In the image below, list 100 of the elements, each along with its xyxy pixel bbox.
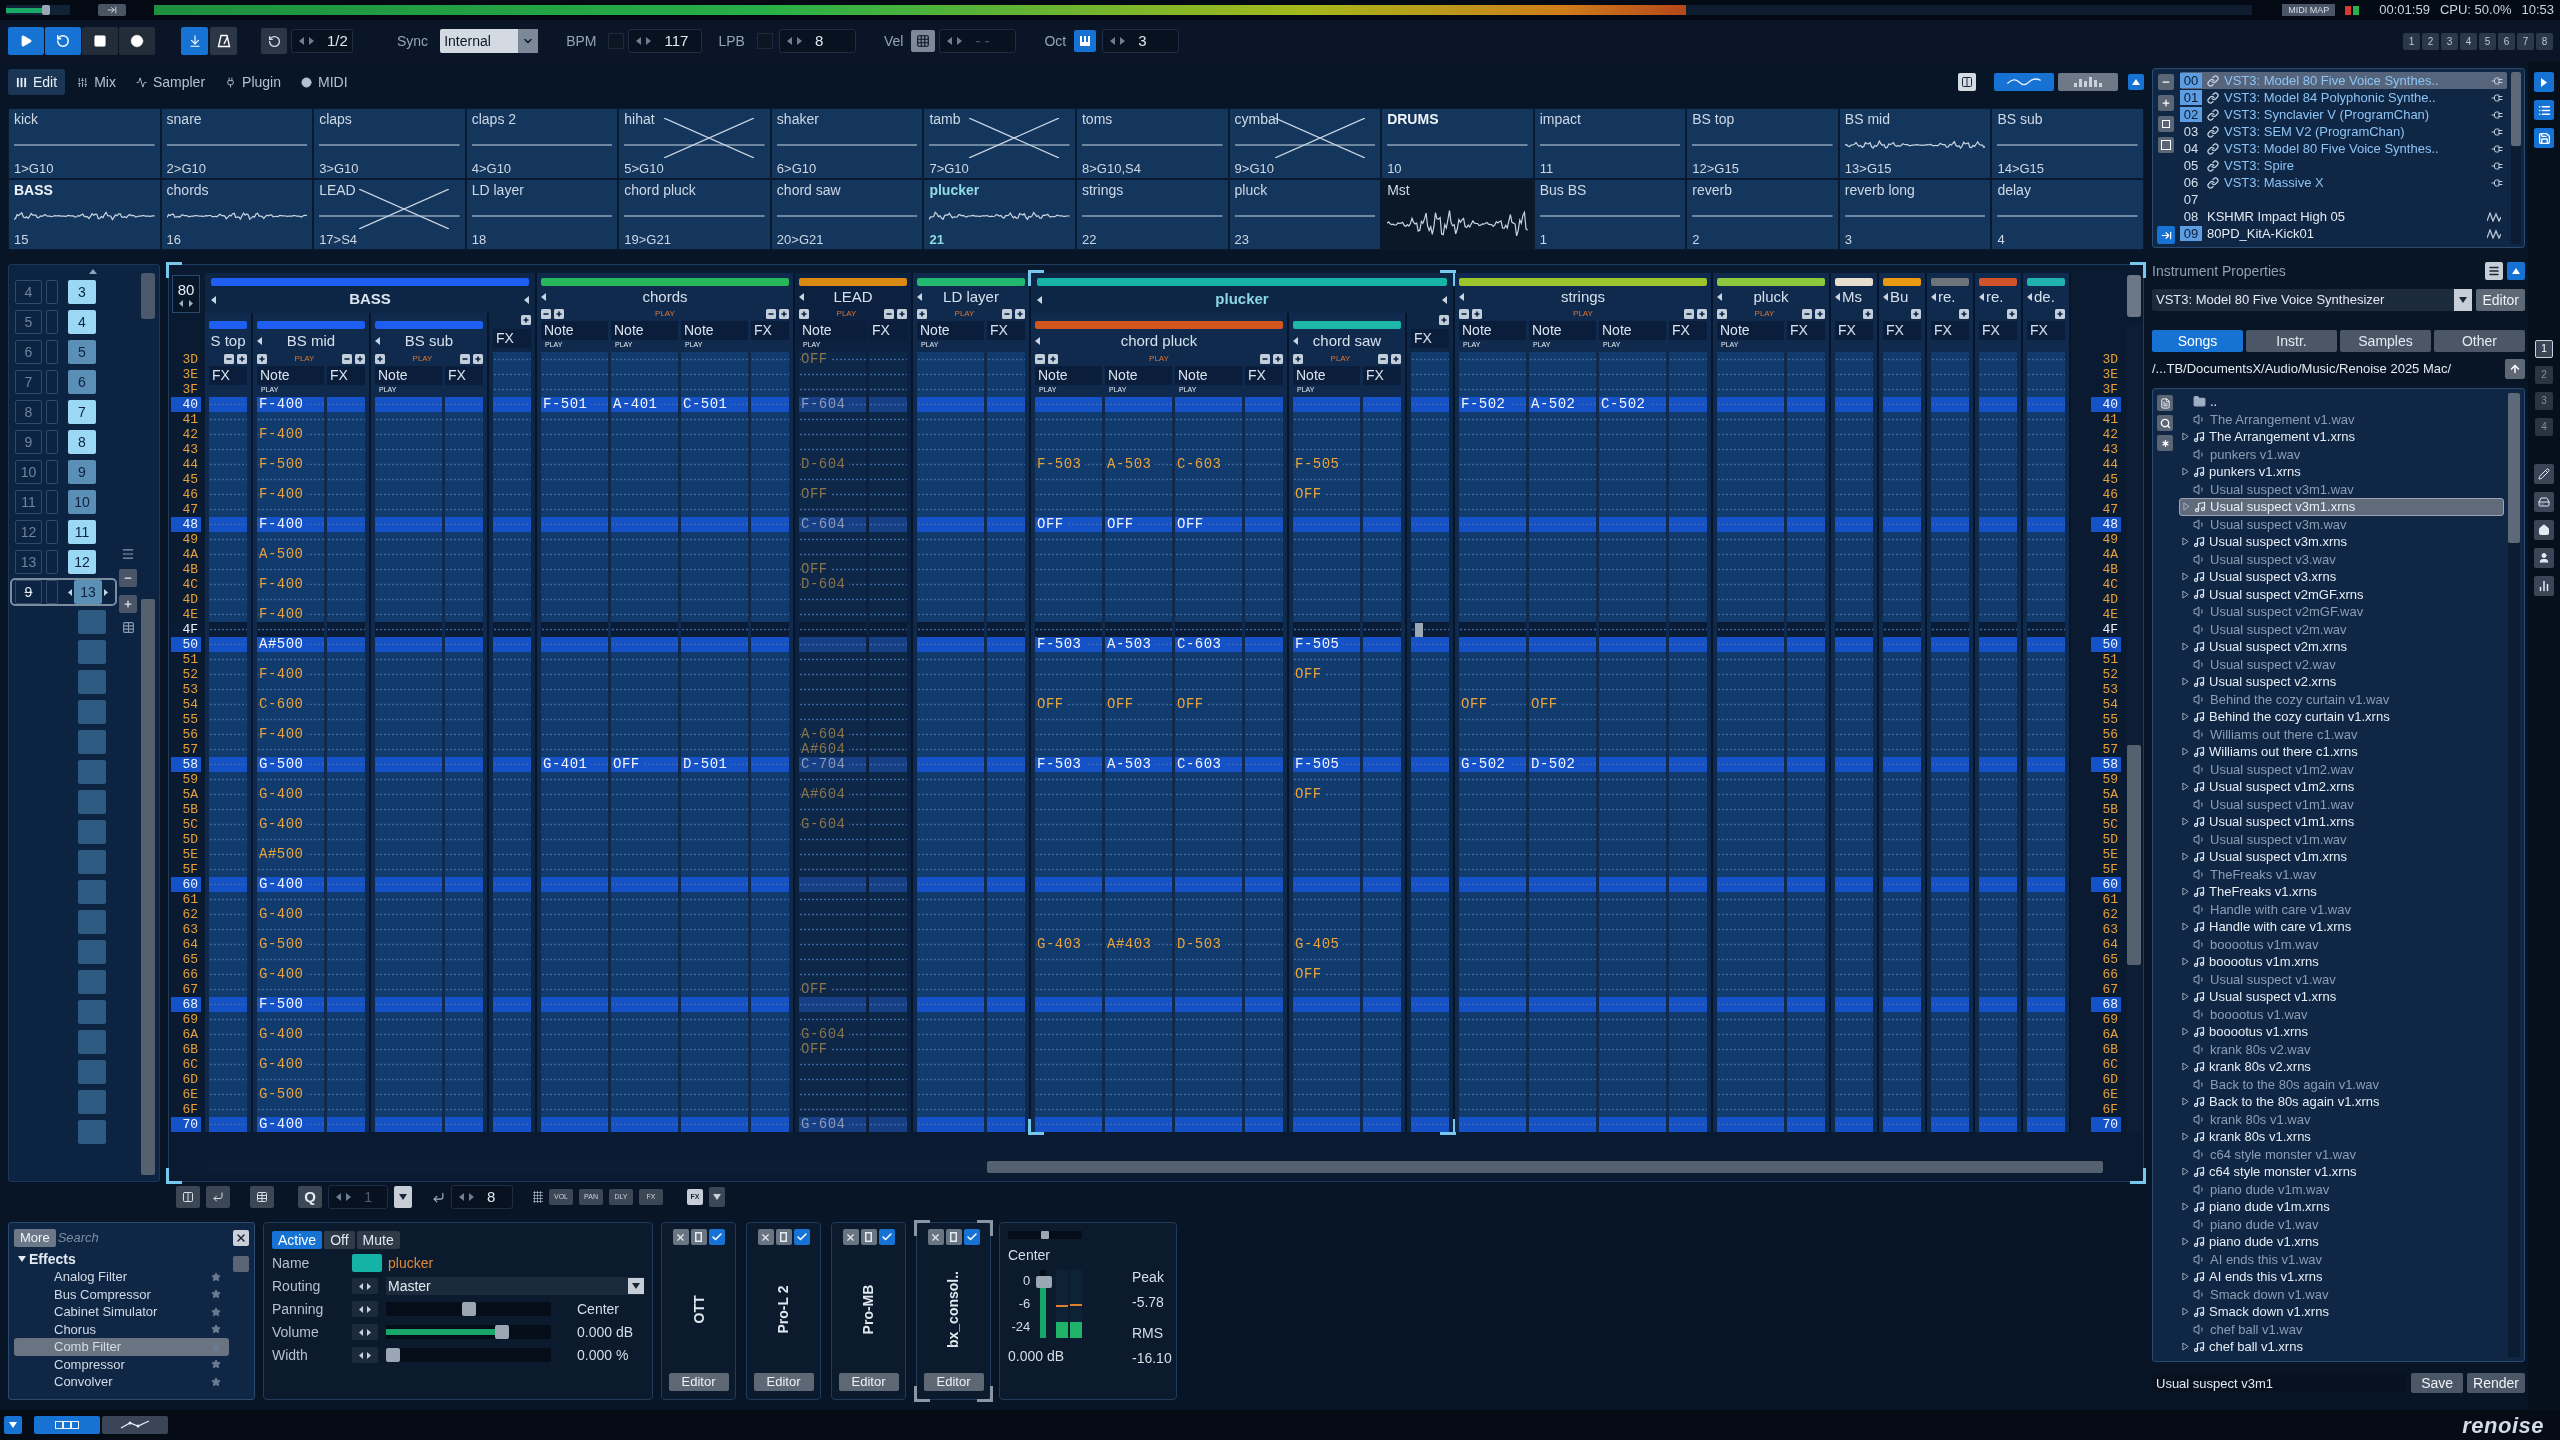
plus-icon[interactable] [1717, 309, 1727, 319]
bars-button[interactable] [2534, 576, 2554, 596]
effect-item[interactable]: Cabinet Simulator [14, 1303, 229, 1321]
asterisk-button[interactable] [2157, 435, 2173, 451]
track-scope[interactable]: cymbal 9>G10 [1229, 109, 1381, 178]
file-row[interactable]: TheFreaks v1.wav [2179, 865, 2504, 883]
group-name[interactable]: plucker [1042, 288, 1442, 311]
file-row[interactable]: Usual suspect v1.wav [2179, 970, 2504, 988]
decrement-icon[interactable] [299, 37, 304, 45]
collapse-arrow-icon[interactable] [2027, 293, 2032, 301]
sequence-slot[interactable]: 5 4 [15, 310, 115, 334]
home-button[interactable] [2534, 520, 2554, 540]
instrument-row[interactable]: 01 VST3: Model 84 Polyphonic Synthe.. [2180, 89, 2507, 106]
file-row[interactable]: c64 style monster v1.wav [2179, 1145, 2504, 1163]
increment-icon[interactable] [646, 37, 652, 45]
minus-icon[interactable] [1459, 309, 1469, 319]
column-header[interactable]: Note [1175, 366, 1242, 385]
dropdown-button[interactable] [394, 1186, 412, 1208]
column-header[interactable]: Note [799, 321, 866, 340]
expand-arrow-icon[interactable] [2181, 747, 2189, 757]
file-row[interactable]: Usual suspect v3m1.wav [2179, 480, 2504, 498]
track-name[interactable]: strings [1466, 285, 1700, 309]
plus-icon[interactable] [257, 354, 267, 364]
pattern-number[interactable]: 9 [68, 460, 96, 484]
star-icon[interactable] [211, 1306, 221, 1317]
file-row[interactable]: Usual suspect v3m1.xrns [2179, 498, 2504, 516]
instrument-row[interactable]: 00 VST3: Model 80 Five Voice Synthes.. [2180, 72, 2507, 89]
decrement-icon[interactable] [179, 299, 183, 307]
decrement-icon[interactable] [359, 1282, 363, 1290]
pattern-number-field[interactable]: 80 [172, 275, 200, 313]
track-scope[interactable]: delay 4 [1992, 180, 2143, 249]
expand-arrow-icon[interactable] [2181, 712, 2189, 722]
keyboard-button[interactable] [1074, 30, 1097, 52]
file-row[interactable]: AI ends this v1.wav [2179, 1250, 2504, 1268]
render-button[interactable]: Render [2467, 1373, 2525, 1393]
tab[interactable]: Plugin [217, 69, 289, 95]
expand-arrow-icon[interactable] [2181, 817, 2189, 827]
rectangle-button[interactable] [775, 1229, 792, 1245]
file-row[interactable]: krank 80s v2.wav [2179, 1040, 2504, 1058]
file-row[interactable]: Behind the cozy curtain v1.xrns [2179, 708, 2504, 726]
layout-preset-button[interactable]: 5 [2479, 32, 2496, 50]
column-header[interactable]: Note [375, 366, 442, 385]
collapse-arrow-icon[interactable] [524, 295, 529, 304]
star-icon[interactable] [211, 1359, 221, 1370]
increment-icon[interactable] [796, 37, 802, 45]
close-button[interactable] [672, 1229, 689, 1245]
pencil-button[interactable] [2534, 464, 2554, 484]
track-name[interactable]: BS sub [382, 329, 476, 353]
keypad-button[interactable] [911, 30, 936, 52]
expand-arrow-icon[interactable] [2181, 887, 2189, 897]
increment-icon[interactable] [367, 1282, 371, 1290]
collapse-arrow-icon[interactable] [375, 337, 380, 345]
increment-icon[interactable] [309, 37, 314, 45]
close-button[interactable] [233, 1230, 249, 1246]
track-name[interactable]: Bu [1890, 285, 1909, 309]
track-name[interactable]: S top [209, 329, 247, 353]
column-header[interactable]: Note [1105, 366, 1172, 385]
minus-icon[interactable] [884, 309, 894, 319]
mode-button[interactable]: Mute [356, 1231, 400, 1249]
track-name[interactable]: pluck [1724, 285, 1818, 309]
midi-map-button[interactable]: MIDI MAP [2282, 4, 2336, 16]
column-header[interactable]: Note [1717, 321, 1784, 340]
effect-item[interactable]: Convolver [14, 1373, 229, 1391]
star-icon[interactable] [211, 1324, 221, 1335]
minus-icon[interactable] [1260, 354, 1270, 364]
file-row[interactable]: Usual suspect v1m.wav [2179, 830, 2504, 848]
effect-item[interactable]: Bus Compressor [14, 1285, 229, 1303]
track-name[interactable]: Ms [1842, 285, 1862, 309]
step-field[interactable]: 1/2 [291, 29, 353, 53]
column-header[interactable]: FX [869, 321, 907, 340]
decrement-icon[interactable] [636, 37, 642, 45]
file-row[interactable]: .. [2179, 393, 2504, 411]
track-scope[interactable]: impact 11 [1534, 109, 1686, 178]
file-row[interactable]: Williams out there c1.xrns [2179, 743, 2504, 761]
sequence-slot[interactable]: 6 5 [15, 340, 115, 364]
plus-icon[interactable] [1863, 309, 1873, 319]
pattern-number[interactable]: 13 [74, 580, 102, 604]
tab[interactable]: MIDI [292, 69, 356, 95]
file-row[interactable]: Usual suspect v2mGF.wav [2179, 603, 2504, 621]
editor-button[interactable]: Editor [838, 1373, 899, 1391]
caret-down-button[interactable] [4, 1416, 22, 1434]
track-scope[interactable]: LEAD 17>S4 [314, 180, 465, 249]
pattern-view-tab[interactable] [34, 1416, 100, 1434]
track-name[interactable]: chord pluck [1042, 329, 1276, 353]
note-column[interactable]: C-603 OFF C-603 OFF C-603 D-503 [1175, 397, 1242, 1132]
decrement-icon[interactable] [1110, 37, 1116, 45]
collapse-arrow-icon[interactable] [211, 295, 216, 304]
track-scope[interactable]: claps 3>G10 [314, 109, 465, 178]
collapse-arrow-icon[interactable] [1979, 293, 1984, 301]
pattern-number[interactable]: 12 [68, 550, 96, 574]
tab[interactable]: Sampler [127, 69, 214, 95]
track-name[interactable]: LEAD [806, 285, 900, 309]
octave-field[interactable]: 3 [1102, 29, 1180, 53]
file-row[interactable]: piano dude v1.wav [2179, 1215, 2504, 1233]
file-row[interactable]: Back to the 80s again v1.wav [2179, 1075, 2504, 1093]
search-button[interactable] [2157, 415, 2173, 431]
column-header[interactable]: FX [2027, 321, 2065, 340]
file-row[interactable]: Handle with care v1.xrns [2179, 918, 2504, 936]
arrow-to-line-button[interactable] [2157, 226, 2175, 244]
menu-button[interactable] [2485, 262, 2503, 280]
